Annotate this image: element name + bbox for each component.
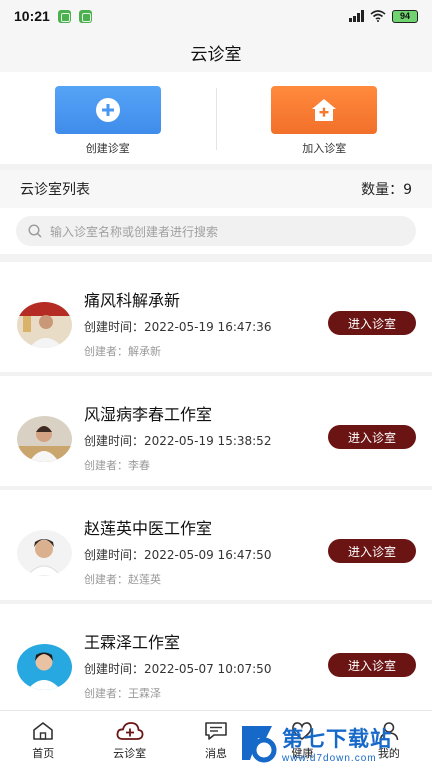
clinic-name: 风湿病李春工作室 <box>84 405 213 424</box>
clinic-card[interactable]: 风湿病李春工作室 创建时间：2022-05-19 15:38:52 创建者：李春… <box>0 376 432 486</box>
create-clinic-column: 创建诊室 <box>0 72 216 164</box>
create-clinic-button[interactable] <box>54 86 161 134</box>
clinic-created-time: 创建时间：2022-05-19 15:38:52 <box>84 434 272 448</box>
action-area: 创建诊室 加入诊室 <box>0 72 432 164</box>
status-time: 10:21 <box>14 8 50 24</box>
heart-icon <box>292 722 313 740</box>
tab-cloud-clinic-label: 云诊室 <box>113 747 147 760</box>
notification-app-icon <box>57 9 71 23</box>
title-bar: 云诊室 <box>0 32 432 72</box>
clinic-name: 王霖泽工作室 <box>84 633 181 652</box>
clinic-card[interactable]: 痛风科解承新 创建时间：2022-05-19 16:47:36 创建者：解承新 … <box>0 262 432 372</box>
search-placeholder: 输入诊室名称或创建者进行搜索 <box>50 224 219 239</box>
tab-home-label: 首页 <box>32 747 55 760</box>
avatar <box>17 530 72 576</box>
wifi-icon <box>370 10 386 22</box>
bottom-tab-bar: 首页 云诊室 消息 健康 我的 <box>0 710 432 768</box>
home-icon <box>33 722 54 740</box>
list-title: 云诊室列表 <box>20 182 90 198</box>
avatar <box>17 416 72 462</box>
clinic-card[interactable]: 王霖泽工作室 创建时间：2022-05-07 10:07:50 创建者：王霖泽 … <box>0 604 432 714</box>
avatar <box>17 302 72 348</box>
home-plus-icon <box>312 99 337 121</box>
tab-cloud-clinic[interactable]: 云诊室 <box>86 711 172 768</box>
tab-mine[interactable]: 我的 <box>346 711 432 768</box>
battery-icon: 94 <box>392 9 418 23</box>
join-clinic-column: 加入诊室 <box>217 72 432 164</box>
plus-circle-icon <box>95 98 120 122</box>
enter-clinic-button[interactable]: 进入诊室 <box>328 539 416 563</box>
tab-messages-label: 消息 <box>205 747 228 760</box>
search-input[interactable]: 输入诊室名称或创建者进行搜索 <box>16 216 416 246</box>
list-header: 云诊室列表 数量：9 <box>0 170 432 208</box>
enter-clinic-button[interactable]: 进入诊室 <box>328 425 416 449</box>
tab-health-label: 健康 <box>291 747 314 760</box>
clinic-created-time: 创建时间：2022-05-09 16:47:50 <box>84 548 272 562</box>
enter-clinic-button[interactable]: 进入诊室 <box>328 311 416 335</box>
clinic-card[interactable]: 赵莲英中医工作室 创建时间：2022-05-09 16:47:50 创建者：赵莲… <box>0 490 432 600</box>
search-section: 输入诊室名称或创建者进行搜索 <box>0 208 432 254</box>
status-bar: 10:21 94 <box>0 0 432 32</box>
clinic-creator: 创建者：李春 <box>84 459 150 472</box>
page-title: 云诊室 <box>190 44 242 65</box>
user-icon <box>379 722 399 741</box>
clinic-creator: 创建者：解承新 <box>84 345 161 358</box>
create-clinic-label: 创建诊室 <box>85 142 130 155</box>
clinic-created-time: 创建时间：2022-05-07 10:07:50 <box>84 662 272 676</box>
clinic-name: 赵莲英中医工作室 <box>84 519 213 538</box>
tab-mine-label: 我的 <box>377 747 400 760</box>
clinic-created-time: 创建时间：2022-05-19 16:47:36 <box>84 320 272 334</box>
message-icon <box>205 722 227 740</box>
cloud-plus-icon <box>116 722 144 740</box>
tab-home[interactable]: 首页 <box>0 711 86 768</box>
clinic-creator: 创建者：赵莲英 <box>84 573 161 586</box>
avatar <box>17 644 72 690</box>
list-count: 数量：9 <box>361 182 412 198</box>
join-clinic-button[interactable] <box>271 86 378 134</box>
tab-messages[interactable]: 消息 <box>173 711 259 768</box>
notification-app-icon-2 <box>78 9 92 23</box>
enter-clinic-button[interactable]: 进入诊室 <box>328 653 416 677</box>
tab-health[interactable]: 健康 <box>259 711 345 768</box>
clinic-name: 痛风科解承新 <box>84 291 181 310</box>
clinic-creator: 创建者：王霖泽 <box>84 687 161 700</box>
search-icon <box>28 224 42 238</box>
status-indicators: 94 <box>349 9 418 23</box>
signal-icon <box>349 10 364 22</box>
join-clinic-label: 加入诊室 <box>302 142 347 155</box>
